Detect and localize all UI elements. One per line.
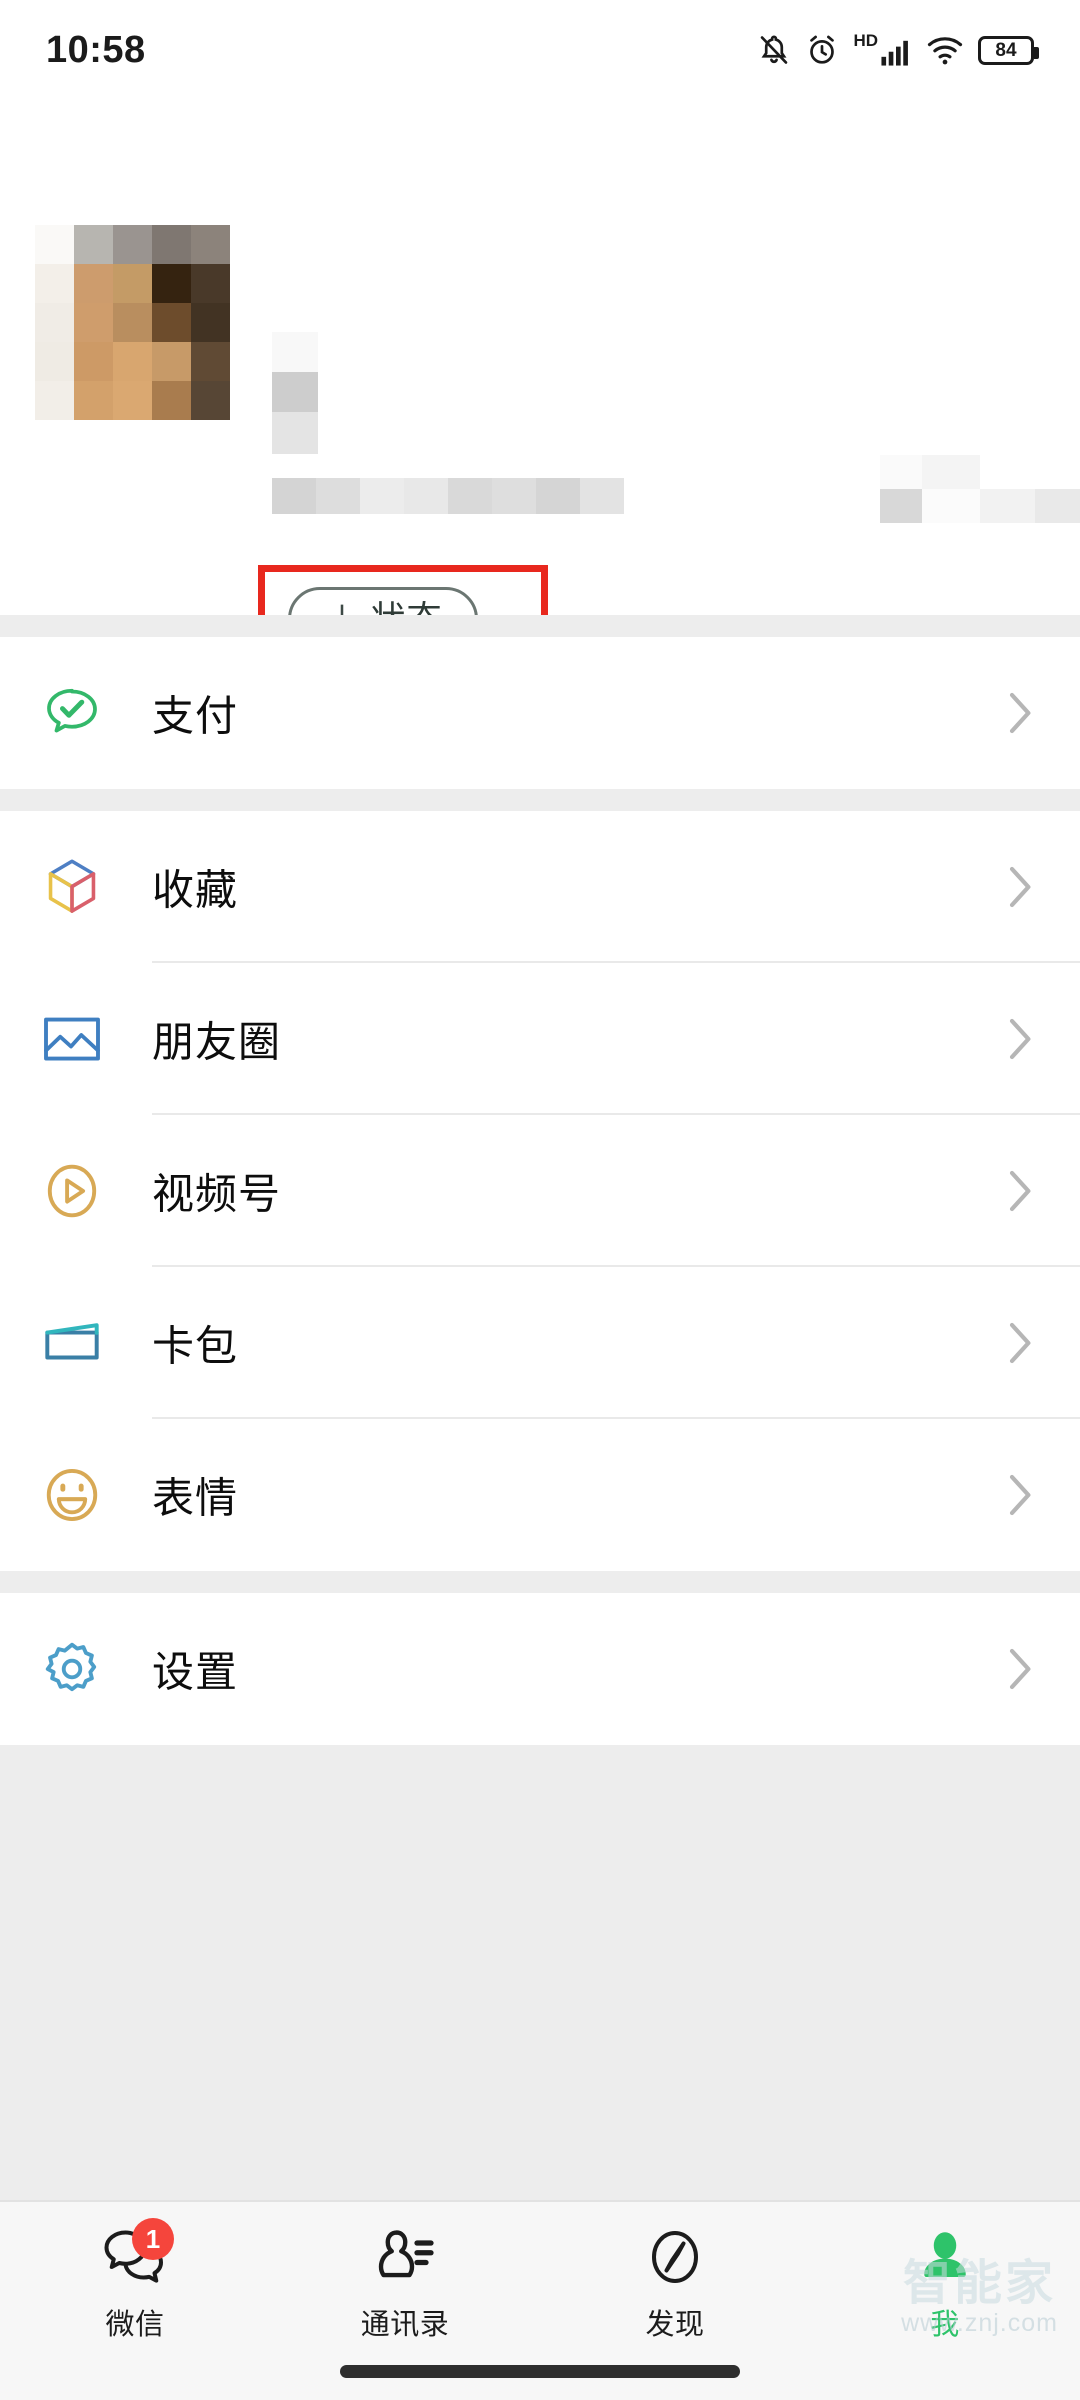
status-bar-clock: 10:58 (46, 28, 146, 71)
me-icon (908, 2224, 982, 2290)
tab-discover[interactable]: 发现 (540, 2224, 810, 2343)
section-gap-2 (0, 789, 1080, 811)
menu-item-pay-label: 支付 (152, 692, 239, 740)
chat-icon: 1 (98, 2218, 174, 2290)
services-section: 收藏 朋友圈 视频号 卡包 表情 (0, 811, 1080, 1571)
section-gap-3 (0, 1571, 1080, 1593)
chevron-right-icon (1008, 1169, 1034, 1213)
tab-contacts-label: 通讯录 (360, 2309, 450, 2341)
chat-unread-badge: 1 (132, 2218, 174, 2260)
contacts-icon (368, 2224, 442, 2290)
chevron-right-icon (1008, 1647, 1034, 1691)
chevron-right-icon (1008, 1473, 1034, 1517)
menu-item-settings[interactable]: 设置 (0, 1593, 1080, 1745)
menu-item-moments-label: 朋友圈 (152, 1018, 282, 1066)
menu-item-stickers[interactable]: 表情 (0, 1419, 1080, 1571)
wechat-me-screen: 10:58 HD 84 支付 收藏 朋友圈 视频号 卡包 表情 设置 1 微信 … (0, 0, 1080, 2400)
profile-qr-region[interactable] (880, 455, 1080, 528)
tab-contacts[interactable]: 通讯录 (270, 2224, 540, 2343)
section-gap-1 (0, 615, 1080, 637)
tab-me[interactable]: 我 (810, 2224, 1080, 2343)
battery-icon: 84 (978, 35, 1039, 65)
bottom-tab-bar: 1 微信 通讯录 发现 我 (0, 2200, 1080, 2400)
menu-item-cards[interactable]: 卡包 (0, 1267, 1080, 1419)
menu-item-settings-label: 设置 (152, 1648, 239, 1696)
hd-label: HD (853, 30, 878, 50)
tab-chats-label: 微信 (105, 2309, 165, 2341)
menu-item-favorites[interactable]: 收藏 (0, 811, 1080, 963)
status-bar: 10:58 HD 84 (0, 0, 1080, 100)
menu-item-pay[interactable]: 支付 (0, 637, 1080, 789)
tab-discover-label: 发现 (645, 2309, 705, 2341)
profile-card[interactable]: ＋ 状态 (0, 100, 1080, 703)
settings-icon (40, 1637, 104, 1701)
favorites-icon (40, 855, 104, 919)
tab-me-label: 我 (930, 2309, 960, 2341)
menu-item-stickers-label: 表情 (152, 1474, 239, 1522)
alarm-icon (805, 32, 839, 68)
moments-icon (40, 1007, 104, 1071)
chevron-right-icon (1008, 865, 1034, 909)
mute-icon (757, 32, 791, 68)
signal-icon: HD (853, 32, 912, 69)
wifi-icon (926, 34, 964, 66)
menu-item-cards-label: 卡包 (152, 1322, 239, 1370)
chevron-right-icon (1008, 691, 1034, 735)
menu-item-channels[interactable]: 视频号 (0, 1115, 1080, 1267)
home-indicator[interactable] (340, 2365, 740, 2378)
chevron-right-icon (1008, 1017, 1034, 1061)
cards-icon (40, 1311, 104, 1375)
status-bar-icons: HD 84 (757, 32, 1039, 69)
settings-section: 设置 (0, 1593, 1080, 1745)
pay-section: 支付 (0, 637, 1080, 789)
profile-nickname (272, 332, 318, 459)
menu-item-channels-label: 视频号 (152, 1170, 282, 1218)
avatar[interactable] (35, 225, 230, 420)
chevron-right-icon (1008, 1321, 1034, 1365)
menu-item-favorites-label: 收藏 (152, 866, 239, 914)
channels-icon (40, 1159, 104, 1223)
discover-icon (638, 2224, 712, 2290)
battery-level: 84 (995, 39, 1017, 61)
tab-chats[interactable]: 1 微信 (0, 2218, 270, 2343)
profile-wechat-id (272, 478, 624, 519)
menu-item-moments[interactable]: 朋友圈 (0, 963, 1080, 1115)
stickers-icon (40, 1463, 104, 1527)
pay-icon (40, 681, 104, 745)
